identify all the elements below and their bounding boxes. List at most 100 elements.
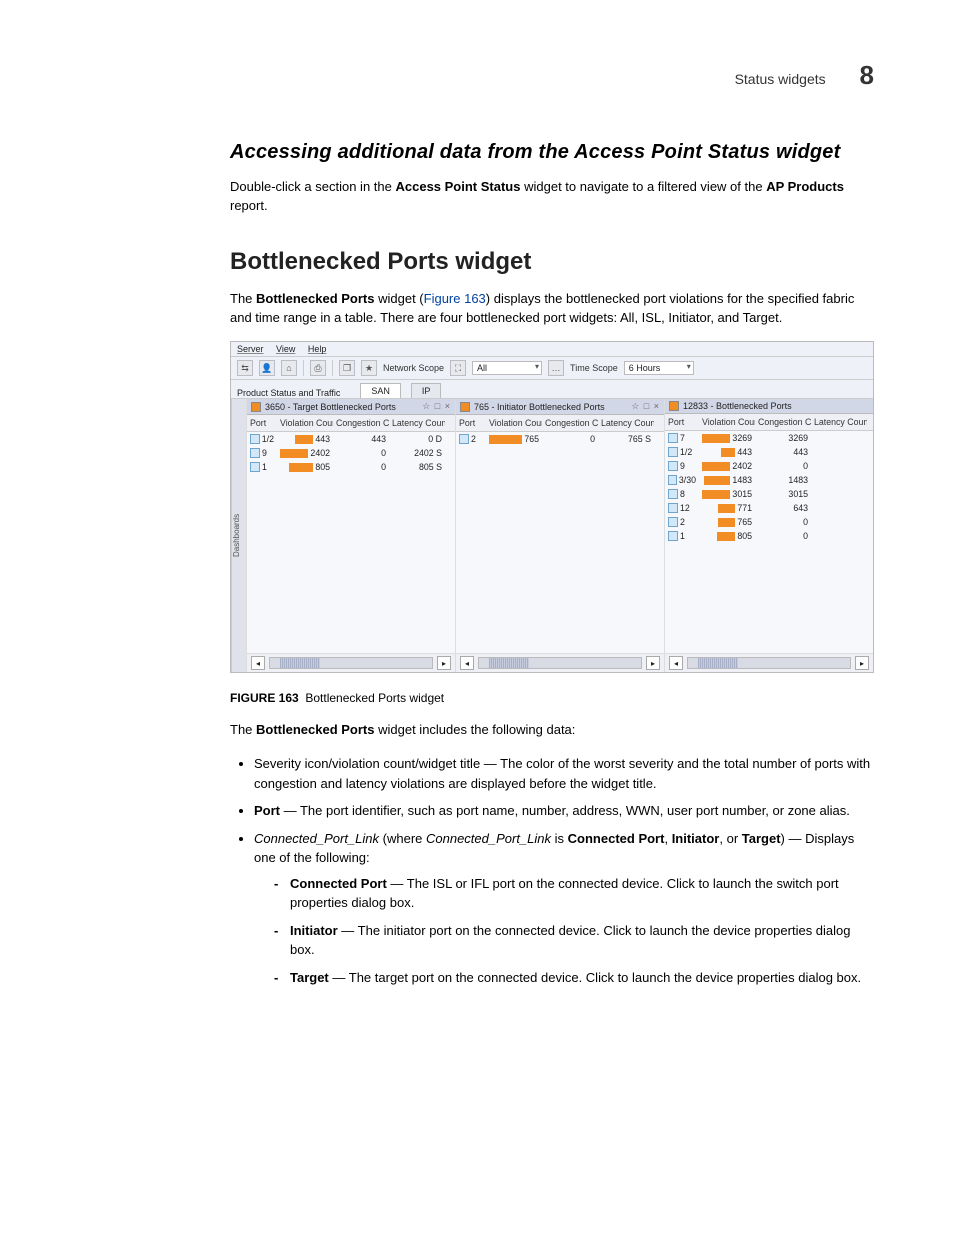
column-header[interactable]: Congestion C... [333,417,389,429]
table-row[interactable]: 1/2443443 [665,445,873,459]
table-row[interactable]: 18050 [665,529,873,543]
column-header[interactable]: Latency Count [811,416,867,428]
column-header[interactable]: Congestion C... [755,416,811,428]
bar-chart-bar [295,435,313,444]
separator [332,360,333,376]
toolbar-home-icon[interactable]: ⌂ [281,360,297,376]
column-header[interactable]: Congestion C... [542,417,598,429]
widget-paragraph: The Bottlenecked Ports widget (Figure 16… [230,290,874,328]
port-icon [668,475,677,485]
scroll-track[interactable] [687,657,851,669]
time-scope-dropdown[interactable]: 6 Hours [624,361,694,375]
port-icon [250,448,260,458]
column-header[interactable]: Violation Count [486,417,542,429]
subsection-paragraph: Double-click a section in the Access Poi… [230,178,874,216]
scroll-thumb[interactable] [280,658,320,668]
bar-chart-bar [702,490,730,499]
table-row[interactable]: 830153015 [665,487,873,501]
scroll-track[interactable] [269,657,433,669]
scroll-thumb[interactable] [489,658,529,668]
scroll-left-arrow[interactable]: ◂ [460,656,474,670]
horizontal-scrollbar[interactable]: ◂▸ [665,653,873,672]
table-row[interactable]: 1/24434430 D [247,432,455,446]
table-row[interactable]: 732693269 [665,431,873,445]
column-header[interactable]: Violation Count [277,417,333,429]
latency-count-cell [811,437,867,439]
scroll-thumb[interactable] [698,658,738,668]
horizontal-scrollbar[interactable]: ◂▸ [247,653,455,672]
ellipsis-button[interactable]: … [548,360,564,376]
subsection-heading: Accessing additional data from the Acces… [230,141,874,164]
panel-controls[interactable]: ☆ □ × [422,401,451,412]
toolbar-print-icon[interactable]: ⎙ [310,360,326,376]
horizontal-scrollbar[interactable]: ◂▸ [456,653,664,672]
sidebar-dashboards[interactable]: Dashboards [231,399,246,672]
scope-icon[interactable]: ⛶ [450,360,466,376]
scroll-right-arrow[interactable]: ▸ [646,656,660,670]
severity-icon [669,401,679,411]
congestion-count-cell: 0 [333,447,389,459]
column-header[interactable]: Port [456,417,486,429]
congestion-count-cell: 643 [755,502,811,514]
column-header[interactable]: Port [247,417,277,429]
port-cell: 9 [665,460,699,472]
table-row[interactable]: 27650765 S [456,432,664,446]
chapter-number: 8 [860,60,874,90]
congestion-count-cell: 1483 [755,474,811,486]
port-icon [668,461,678,471]
column-header[interactable]: Latency Count [598,417,654,429]
menu-view[interactable]: View [276,344,295,354]
congestion-count-cell: 443 [333,433,389,445]
widget-panel: 765 - Initiator Bottlenecked Ports☆ □ ×P… [455,399,664,672]
figure-reference-link[interactable]: Figure 163 [424,291,486,306]
violation-count-cell: 443 [277,433,333,445]
port-cell: 2 [665,516,699,528]
panel-header: 12833 - Bottlenecked Ports [665,399,873,414]
latency-count-cell [811,451,867,453]
table-row[interactable]: 12771643 [665,501,873,515]
congestion-count-cell: 0 [755,516,811,528]
bar-chart-bar [717,532,735,541]
tab-san[interactable]: SAN [360,383,401,398]
panel-header: 3650 - Target Bottlenecked Ports☆ □ × [247,399,455,415]
menu-server[interactable]: Server [237,344,264,354]
bar-chart-bar [718,518,735,527]
latency-count-cell: 805 S [389,461,445,473]
table-row[interactable]: 18050805 S [247,460,455,474]
panel-controls[interactable]: ☆ □ × [631,401,660,412]
scroll-track[interactable] [478,657,642,669]
toolbar-copy-icon[interactable]: ❐ [339,360,355,376]
column-header[interactable]: Violation Count [699,416,755,428]
scroll-right-arrow[interactable]: ▸ [437,656,451,670]
violation-count-cell: 2402 [277,447,333,459]
scroll-left-arrow[interactable]: ◂ [251,656,265,670]
table-row[interactable]: 924020 [665,459,873,473]
port-cell: 1 [665,530,699,542]
menu-help[interactable]: Help [308,344,327,354]
bar-chart-bar [489,435,522,444]
column-headers: PortViolation CountCongestion C...Latenc… [456,415,664,432]
latency-count-cell [811,507,867,509]
column-header[interactable]: Latency Count [389,417,445,429]
column-headers: PortViolation CountCongestion C...Latenc… [665,414,873,431]
network-scope-dropdown[interactable]: All [472,361,542,375]
panel-title: 12833 - Bottlenecked Ports [683,401,792,411]
toolbar-star-icon[interactable]: ★ [361,360,377,376]
bullet-list: Severity icon/violation count/widget tit… [230,754,874,987]
toolbar-icon[interactable]: ⇆ [237,360,253,376]
tab-ip[interactable]: IP [411,383,442,398]
scroll-left-arrow[interactable]: ◂ [669,656,683,670]
table-row[interactable]: 3/3014831483 [665,473,873,487]
scroll-right-arrow[interactable]: ▸ [855,656,869,670]
port-icon [250,434,260,444]
table-row[interactable]: 9240202402 S [247,446,455,460]
table-row[interactable]: 27650 [665,515,873,529]
column-header[interactable]: Port [665,416,699,428]
app-toolbar: ⇆ 👤 ⌂ ⎙ ❐ ★ Network Scope ⛶ All … Time S… [231,357,873,380]
violation-count-cell: 2402 [699,460,755,472]
port-cell: 1/2 [665,446,699,458]
bar-chart-bar [289,463,313,472]
bullet-connected-port-link: Connected_Port_Link (where Connected_Por… [254,829,874,988]
toolbar-user-icon[interactable]: 👤 [259,360,275,376]
severity-icon [460,402,470,412]
